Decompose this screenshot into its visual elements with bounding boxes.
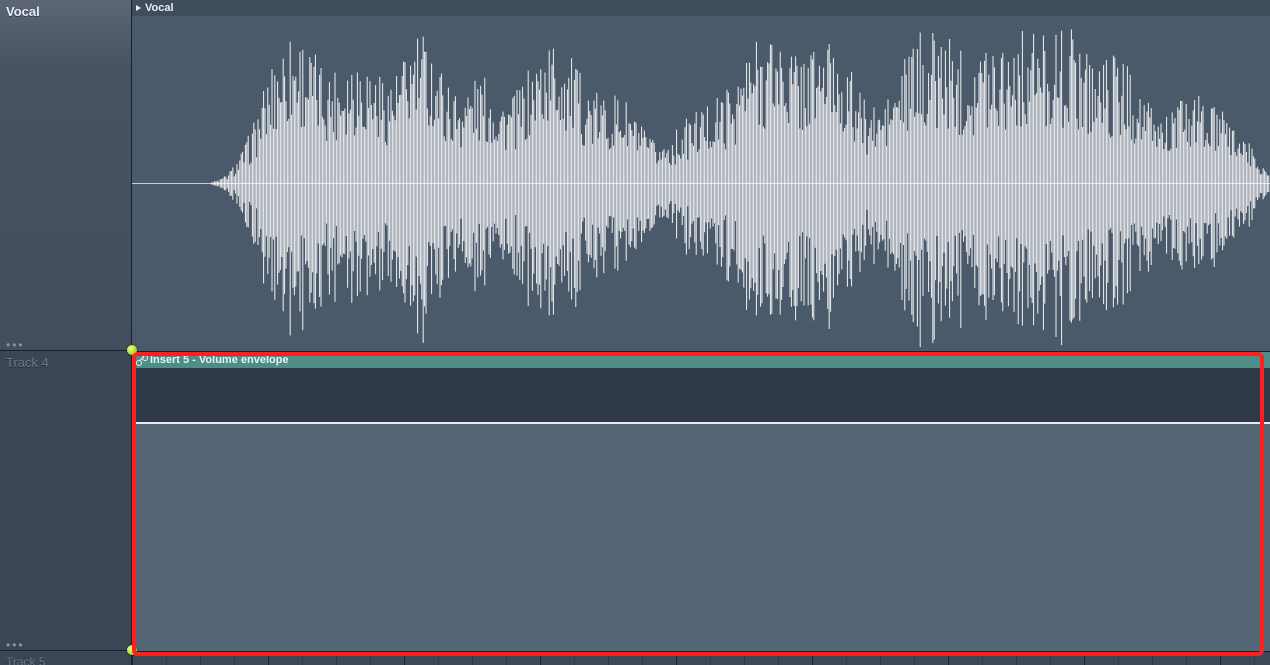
clip-title-text: Vocal (145, 0, 174, 16)
track-lanes[interactable]: Vocal Insert 5 - Volume envelope (132, 0, 1270, 665)
play-triangle-icon (136, 5, 141, 11)
track-header-panel: Vocal ••• Track 4 ••• Track 5 (0, 0, 132, 665)
track-header-vocal[interactable]: Vocal ••• (0, 0, 131, 351)
track-lane-4[interactable]: Insert 5 - Volume envelope (132, 352, 1270, 652)
waveform (132, 16, 1270, 351)
track-header-4[interactable]: Track 4 ••• (0, 351, 131, 651)
envelope-upper-band (132, 368, 1270, 422)
track-lane-vocal[interactable]: Vocal (132, 0, 1270, 352)
track-lane-5[interactable] (132, 652, 1270, 665)
track-header-label: Track 5 (6, 655, 125, 665)
audio-clip-vocal[interactable]: Vocal (132, 0, 1270, 351)
clip-title-bar[interactable]: Insert 5 - Volume envelope (132, 352, 1270, 368)
playlist-view: Vocal ••• Track 4 ••• Track 5 Vocal (0, 0, 1270, 665)
envelope-line[interactable] (132, 422, 1270, 424)
track-header-5[interactable]: Track 5 (0, 651, 131, 665)
automation-clip-volume[interactable]: Insert 5 - Volume envelope (132, 352, 1270, 651)
clip-title-text: Insert 5 - Volume envelope (150, 352, 289, 368)
track-header-label: Track 4 (6, 355, 125, 370)
automation-marker-icon[interactable] (127, 345, 137, 355)
clip-title-bar[interactable]: Vocal (132, 0, 1270, 16)
track-header-label: Vocal (6, 4, 125, 19)
track-options-icon[interactable]: ••• (6, 342, 25, 348)
envelope-icon (136, 355, 146, 365)
automation-marker-icon[interactable] (127, 645, 137, 655)
track-options-icon[interactable]: ••• (6, 642, 25, 648)
